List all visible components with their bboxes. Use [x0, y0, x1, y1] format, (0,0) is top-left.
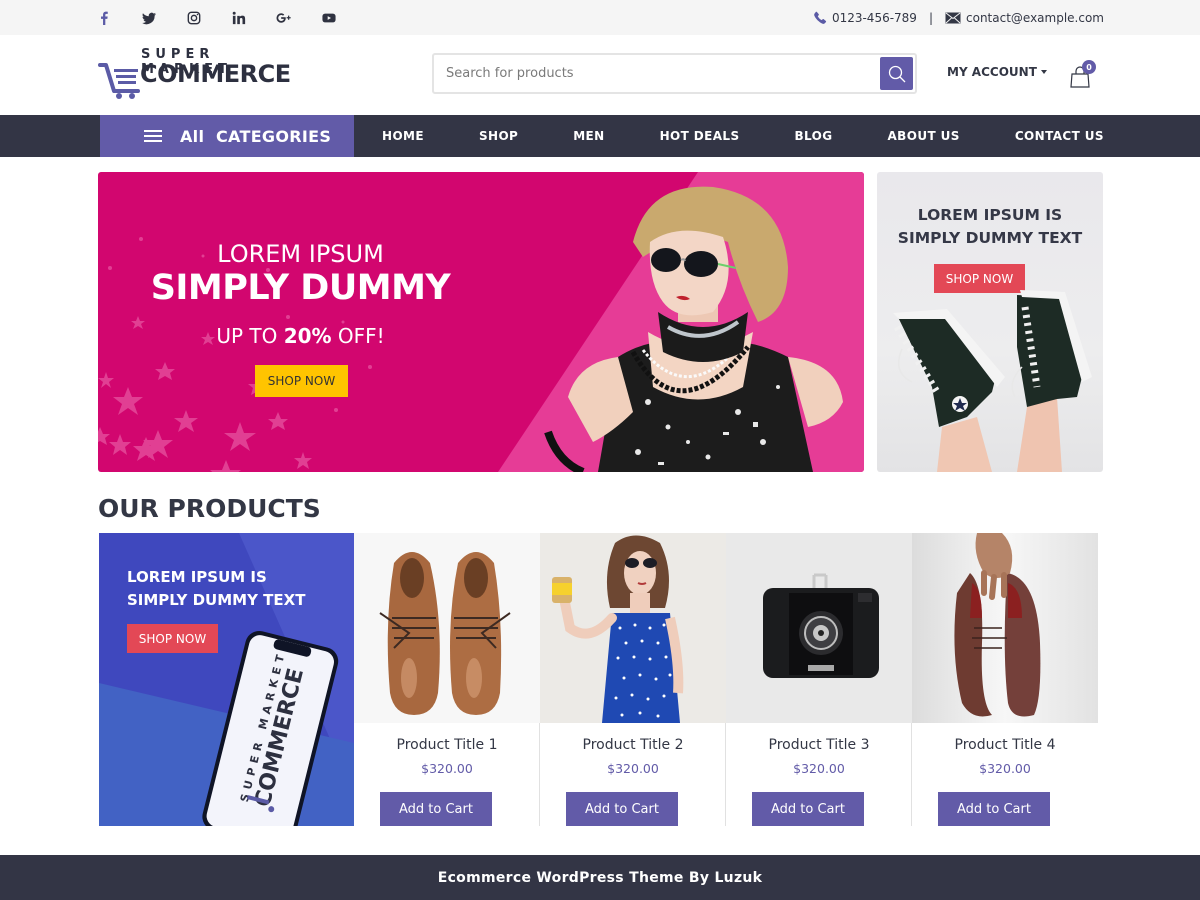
- facebook-link[interactable]: [96, 10, 112, 26]
- product-title[interactable]: Product Title 4: [912, 737, 1098, 753]
- youtube-icon: [322, 13, 336, 22]
- nav-menu: HOME SHOP MEN HOT DEALS BLOG ABOUT US CO…: [354, 115, 1104, 157]
- contact-separator: |: [928, 10, 933, 25]
- nav-item-shop[interactable]: SHOP: [479, 129, 518, 143]
- promo-line-2: SIMPLY DUMMY TEXT: [127, 591, 306, 609]
- product-image-blue-dress[interactable]: [540, 533, 726, 723]
- cart-count-badge: 0: [1082, 60, 1096, 74]
- add-to-cart-button[interactable]: Add to Cart: [380, 792, 492, 826]
- instagram-link[interactable]: [186, 10, 202, 26]
- instagram-icon: [187, 11, 201, 24]
- side-banner-title: LOREM IPSUM IS SIMPLY DUMMY TEXT: [877, 204, 1103, 250]
- nav-item-blog[interactable]: BLOG: [795, 129, 833, 143]
- hero-discount-suffix: OFF!: [331, 324, 385, 348]
- product-card: Product Title 1 $320.00 Add to Cart: [354, 533, 540, 826]
- linkedin-icon: [232, 11, 246, 24]
- product-image-worn-shoes[interactable]: [912, 533, 1098, 723]
- products-promo-banner: SUPER MARKET COMMERCE LOREM IPSUM IS SIM…: [99, 533, 354, 826]
- hero-discount: UP TO 20% OFF!: [98, 324, 503, 348]
- search-input[interactable]: [446, 55, 876, 92]
- main-navigation: All CATEGORIES HOME SHOP MEN HOT DEALS B…: [0, 115, 1200, 157]
- product-price: $320.00: [793, 761, 845, 776]
- woman-blue-dress-image: [540, 533, 726, 723]
- product-image-camera[interactable]: [726, 533, 912, 723]
- hero-discount-prefix: UP TO: [216, 324, 284, 348]
- all-categories-label: All CATEGORIES: [180, 126, 332, 146]
- product-title[interactable]: Product Title 2: [540, 737, 726, 753]
- add-to-cart-button[interactable]: Add to Cart: [938, 792, 1050, 826]
- product-card: Product Title 3 $320.00 Add to Cart: [726, 533, 912, 826]
- product-price: $320.00: [979, 761, 1031, 776]
- brown-shoes-image: [354, 533, 540, 723]
- facebook-icon: [101, 11, 108, 25]
- promo-title: LOREM IPSUM IS SIMPLY DUMMY TEXT: [127, 566, 305, 612]
- product-price: $320.00: [421, 761, 473, 776]
- nav-item-men[interactable]: MEN: [573, 129, 604, 143]
- product-card: Product Title 2 $320.00 Add to Cart: [540, 533, 726, 826]
- worn-shoes-image: [912, 533, 1098, 723]
- phone-icon: [814, 11, 827, 24]
- product-grid: Product Title 1 $320.00 Add to Cart Prod…: [354, 533, 1098, 826]
- product-price: $320.00: [607, 761, 659, 776]
- youtube-link[interactable]: [321, 10, 337, 26]
- section-title-our-products: OUR PRODUCTS: [98, 494, 321, 523]
- logo-main-text: COMMERCE: [140, 60, 291, 88]
- stars-decoration: [98, 237, 372, 472]
- product-card: Product Title 4 $320.00 Add to Cart: [912, 533, 1098, 826]
- product-title[interactable]: Product Title 3: [726, 737, 912, 753]
- sneakers-image: [893, 290, 1092, 472]
- vintage-camera-image: [726, 533, 912, 723]
- nav-item-contact-us[interactable]: CONTACT US: [1015, 129, 1104, 143]
- top-bar: 0123-456-789 | contact@example.com: [0, 0, 1200, 35]
- twitter-icon: [142, 12, 156, 24]
- linkedin-link[interactable]: [231, 10, 247, 26]
- email-address[interactable]: contact@example.com: [966, 11, 1104, 25]
- hero-line-2: SIMPLY DUMMY: [150, 268, 451, 308]
- add-to-cart-button[interactable]: Add to Cart: [566, 792, 678, 826]
- site-footer: Ecommerce WordPress Theme By Luzuk: [0, 855, 1200, 900]
- promo-shop-now-button[interactable]: SHOP NOW: [127, 624, 218, 653]
- search-button[interactable]: [880, 57, 913, 90]
- nav-item-about-us[interactable]: ABOUT US: [888, 129, 960, 143]
- search-icon: [888, 65, 905, 82]
- side-promo-banner: LOREM IPSUM IS SIMPLY DUMMY TEXT SHOP NO…: [877, 172, 1103, 472]
- social-links: [96, 0, 366, 35]
- google-plus-link[interactable]: [276, 10, 292, 26]
- hero-shop-now-button[interactable]: SHOP NOW: [255, 365, 348, 397]
- site-logo[interactable]: SUPER MARKET COMMERCE: [98, 47, 291, 103]
- promo-line-1: LOREM IPSUM IS: [127, 568, 267, 586]
- caret-down-icon: [1040, 70, 1047, 74]
- product-image-brown-shoes[interactable]: [354, 533, 540, 723]
- hamburger-icon: [144, 130, 162, 142]
- nav-item-home[interactable]: HOME: [382, 129, 424, 143]
- hero-line-1: LOREM IPSUM: [217, 240, 384, 268]
- my-account-dropdown[interactable]: MY ACCOUNT: [947, 65, 1047, 79]
- mail-icon: [945, 12, 961, 23]
- search-bar: [432, 53, 917, 94]
- side-banner-line-1: LOREM IPSUM IS: [917, 206, 1063, 224]
- hero-discount-value: 20%: [283, 324, 332, 348]
- nav-item-hot-deals[interactable]: HOT DEALS: [660, 129, 740, 143]
- add-to-cart-button[interactable]: Add to Cart: [752, 792, 864, 826]
- all-categories-button[interactable]: All CATEGORIES: [100, 115, 354, 157]
- site-header: SUPER MARKET COMMERCE MY ACCOUNT 0: [0, 35, 1200, 115]
- contact-info: 0123-456-789 | contact@example.com: [814, 0, 1104, 35]
- my-account-label: MY ACCOUNT: [947, 65, 1037, 79]
- side-banner-line-2: SIMPLY DUMMY TEXT: [897, 229, 1083, 247]
- twitter-link[interactable]: [141, 10, 157, 26]
- phone-number[interactable]: 0123-456-789: [832, 11, 917, 25]
- footer-credit[interactable]: Ecommerce WordPress Theme By Luzuk: [438, 870, 763, 886]
- hero-model-image: [544, 186, 843, 472]
- hero-banner: LOREM IPSUM SIMPLY DUMMY UP TO 20% OFF! …: [98, 172, 864, 472]
- logo-cart-icon: [98, 63, 140, 99]
- google-plus-icon: [276, 12, 291, 23]
- product-title[interactable]: Product Title 1: [354, 737, 540, 753]
- cart-button[interactable]: 0: [1070, 60, 1100, 88]
